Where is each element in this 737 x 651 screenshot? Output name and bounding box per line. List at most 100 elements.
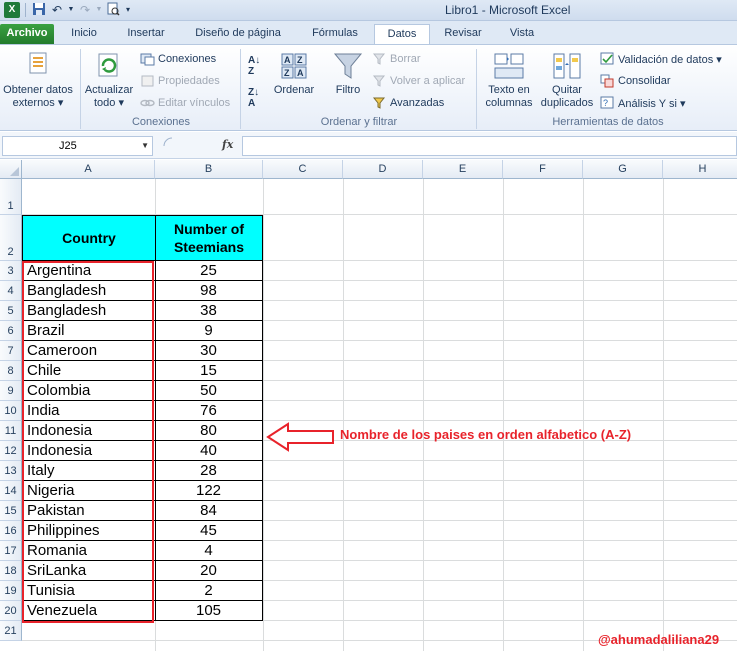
tab-revisar[interactable]: Revisar [436,24,490,44]
cell-country[interactable]: Philippines [22,521,156,541]
header-cell-country[interactable]: Country [22,215,156,261]
row-header-20[interactable]: 20 [0,601,22,621]
cell-country[interactable]: Tunisia [22,581,156,601]
cell-number[interactable]: 30 [155,341,263,361]
row-header-16[interactable]: 16 [0,521,22,541]
column-header-c[interactable]: C [263,160,343,179]
cell-number[interactable]: 45 [155,521,263,541]
row-header-2[interactable]: 2 [0,215,22,261]
connections-button[interactable]: Conexiones [140,51,216,67]
cell-number[interactable]: 40 [155,441,263,461]
cell-country[interactable]: Pakistan [22,501,156,521]
data-validation-button[interactable]: Validación de datos ▾ [600,51,722,67]
row-header-18[interactable]: 18 [0,561,22,581]
redo-dropdown-icon[interactable]: ▼ [95,2,103,18]
row-header-5[interactable]: 5 [0,301,22,321]
cell-country[interactable]: India [22,401,156,421]
row-header-21[interactable]: 21 [0,621,22,641]
reapply-filter-button[interactable]: Volver a aplicar [372,73,465,89]
column-header-f[interactable]: F [503,160,583,179]
filter-button[interactable]: Filtro [326,51,370,97]
text-to-columns-button[interactable]: Texto en columnas [480,51,538,110]
row-header-1[interactable]: 1 [0,179,22,215]
redo-icon[interactable]: ↷ [77,2,93,18]
column-header-h[interactable]: H [663,160,737,179]
cell-country[interactable]: Chile [22,361,156,381]
column-header-e[interactable]: E [423,160,503,179]
cell-number[interactable]: 2 [155,581,263,601]
tab-archivo[interactable]: Archivo [0,24,54,44]
cell-number[interactable]: 105 [155,601,263,621]
remove-duplicates-button[interactable]: Quitar duplicados [538,51,596,110]
row-header-19[interactable]: 19 [0,581,22,601]
tab-inicio[interactable]: Inicio [62,24,106,44]
cell-number[interactable]: 122 [155,481,263,501]
cell-country[interactable]: Bangladesh [22,301,156,321]
row-header-10[interactable]: 10 [0,401,22,421]
row-header-15[interactable]: 15 [0,501,22,521]
save-icon[interactable] [31,2,47,18]
column-header-a[interactable]: A [22,160,155,179]
tab-diseno-pagina[interactable]: Diseño de página [186,24,290,44]
row-header-9[interactable]: 9 [0,381,22,401]
row-header-4[interactable]: 4 [0,281,22,301]
sort-za-button[interactable]: Z↓ A [248,87,259,109]
cell-number[interactable]: 20 [155,561,263,581]
cell-country[interactable]: Romania [22,541,156,561]
cell-country[interactable]: Indonesia [22,421,156,441]
cell-country[interactable]: Argentina [22,261,156,281]
tab-insertar[interactable]: Insertar [118,24,174,44]
column-header-d[interactable]: D [343,160,423,179]
formula-input[interactable] [242,136,737,156]
cell-number[interactable]: 80 [155,421,263,441]
row-header-12[interactable]: 12 [0,441,22,461]
what-if-analysis-button[interactable]: ? Análisis Y si ▾ [600,95,685,111]
cell-number[interactable]: 4 [155,541,263,561]
undo-dropdown-icon[interactable]: ▼ [67,2,75,18]
tab-datos[interactable]: Datos [374,24,430,44]
sort-button[interactable]: AZZA Ordenar [270,51,318,97]
row-header-8[interactable]: 8 [0,361,22,381]
cell-country[interactable]: Nigeria [22,481,156,501]
select-all-button[interactable] [0,160,22,179]
formula-bar-resize-icon[interactable] [162,136,182,156]
header-cell-number[interactable]: Number of Steemians [155,215,263,261]
cell-country[interactable]: Brazil [22,321,156,341]
properties-button[interactable]: Propiedades [140,73,220,89]
excel-app-icon[interactable]: X [4,2,20,18]
print-preview-icon[interactable] [105,2,121,18]
customize-toolbar-icon[interactable]: ▾ [123,2,133,18]
row-header-6[interactable]: 6 [0,321,22,341]
cell-country[interactable]: SriLanka [22,561,156,581]
tab-formulas[interactable]: Fórmulas [302,24,368,44]
column-header-b[interactable]: B [155,160,263,179]
row-header-11[interactable]: 11 [0,421,22,441]
cell-country[interactable]: Colombia [22,381,156,401]
cell-number[interactable]: 38 [155,301,263,321]
tab-vista[interactable]: Vista [500,24,544,44]
row-header-3[interactable]: 3 [0,261,22,281]
consolidate-button[interactable]: Consolidar [600,73,671,89]
cell-number[interactable]: 25 [155,261,263,281]
clear-filter-button[interactable]: Borrar [372,51,421,67]
cell-country[interactable]: Venezuela [22,601,156,621]
edit-links-button[interactable]: Editar vínculos [140,95,230,111]
get-external-data-button[interactable]: Obtener datos externos ▾ [0,51,76,110]
cell-number[interactable]: 76 [155,401,263,421]
undo-icon[interactable]: ↶ [49,2,65,18]
cell-number[interactable]: 9 [155,321,263,341]
cell-number[interactable]: 28 [155,461,263,481]
cell-country[interactable]: Italy [22,461,156,481]
name-box-dropdown-icon[interactable]: ▼ [141,137,149,155]
cell-number[interactable]: 98 [155,281,263,301]
spreadsheet-grid[interactable]: A B C D E F G H 1 2 3 4 5 6 7 8 9 10 11 12 13 14 15 16 1… [0,160,737,651]
advanced-filter-button[interactable]: Avanzadas [372,95,444,111]
name-box[interactable]: J25 ▼ [2,136,153,156]
row-header-17[interactable]: 17 [0,541,22,561]
cell-number[interactable]: 15 [155,361,263,381]
row-header-7[interactable]: 7 [0,341,22,361]
sort-az-button[interactable]: A↓ Z [248,55,260,77]
refresh-all-button[interactable]: Actualizar todo ▾ [82,51,136,110]
cell-number[interactable]: 50 [155,381,263,401]
row-header-14[interactable]: 14 [0,481,22,501]
